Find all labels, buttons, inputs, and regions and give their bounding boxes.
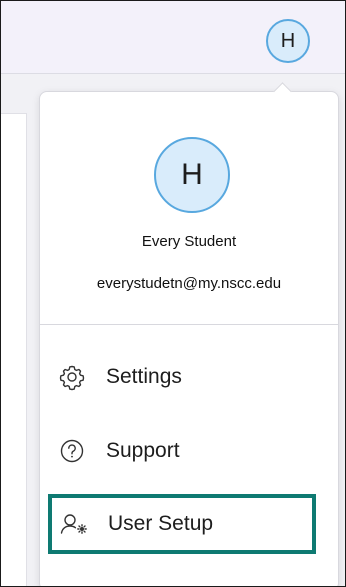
user-setup-label: User Setup xyxy=(108,512,214,535)
support-label: Support xyxy=(106,439,180,462)
profile-avatar-button[interactable]: H xyxy=(266,19,310,63)
menu-divider xyxy=(40,324,338,325)
user-gear-icon xyxy=(58,508,90,540)
support-menu-item[interactable]: Support xyxy=(50,425,312,477)
question-circle-icon xyxy=(56,435,88,467)
user-setup-menu-item[interactable]: User Setup xyxy=(48,494,316,554)
gear-icon xyxy=(56,361,88,393)
top-bar: H xyxy=(1,1,345,74)
app-window: H H Every Student everystudetn@my.nscc.e… xyxy=(0,0,346,587)
avatar-initial: H xyxy=(280,29,296,52)
profile-avatar: H xyxy=(154,137,230,213)
background-panel xyxy=(1,113,27,586)
user-name: Every Student xyxy=(141,233,237,250)
profile-avatar-initial: H xyxy=(181,158,203,191)
settings-label: Settings xyxy=(106,365,182,388)
user-email: everystudetn@my.nscc.edu xyxy=(96,275,282,292)
profile-menu: H Every Student everystudetn@my.nscc.edu… xyxy=(39,91,339,586)
settings-menu-item[interactable]: Settings xyxy=(50,351,312,403)
